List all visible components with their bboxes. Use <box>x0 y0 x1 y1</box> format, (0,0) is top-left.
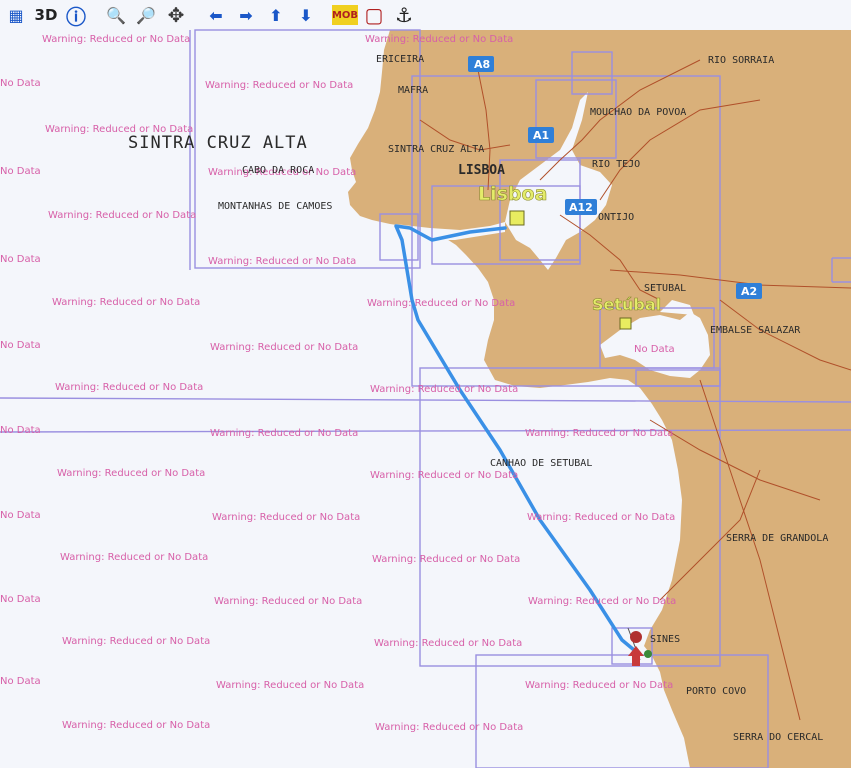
svg-text:No Data: No Data <box>0 166 41 177</box>
zoom-out-button[interactable]: 🔍 <box>102 1 130 29</box>
road-shield-a8: A8 <box>468 56 494 72</box>
svg-text:No Data: No Data <box>0 254 41 265</box>
svg-text:Warning: Reduced or No Data: Warning: Reduced or No Data <box>208 256 356 267</box>
svg-text:No Data: No Data <box>0 594 41 605</box>
svg-text:Warning: Reduced or No Data: Warning: Reduced or No Data <box>52 297 200 308</box>
road-shield-a2: A2 <box>736 283 762 299</box>
move-up-button[interactable]: ⬆ <box>262 1 290 29</box>
svg-text:Warning: Reduced or No Data: Warning: Reduced or No Data <box>210 428 358 439</box>
svg-text:RIO SORRAIA: RIO SORRAIA <box>708 55 774 66</box>
svg-text:SETUBAL: SETUBAL <box>644 283 686 294</box>
svg-text:Warning: Reduced or No Data: Warning: Reduced or No Data <box>212 512 360 523</box>
svg-text:A12: A12 <box>569 201 593 214</box>
svg-text:MAFRA: MAFRA <box>398 85 428 96</box>
toolbar: ▦ 3D ⓘ 🔍 🔎 ✥ ⬅ ➡ ⬆ ⬇ MOB ▢ ⚓ <box>0 0 418 30</box>
svg-text:SERRA DO CERCAL: SERRA DO CERCAL <box>733 732 823 743</box>
svg-text:Warning: Reduced or No Data: Warning: Reduced or No Data <box>528 596 676 607</box>
pan-button[interactable]: ✥ <box>162 1 190 29</box>
info-button[interactable]: ⓘ <box>62 1 90 29</box>
svg-text:Setúbal: Setúbal <box>592 295 661 314</box>
svg-text:Warning: Reduced or No Data: Warning: Reduced or No Data <box>62 636 210 647</box>
road-shield-a12: A12 <box>565 199 597 215</box>
svg-text:Warning: Reduced or No Data: Warning: Reduced or No Data <box>372 554 520 565</box>
move-left-button[interactable]: ⬅ <box>202 1 230 29</box>
mob-button[interactable]: MOB <box>332 5 358 25</box>
stop-button[interactable]: ▢ <box>360 1 388 29</box>
svg-text:Warning: Reduced or No Data: Warning: Reduced or No Data <box>57 468 205 479</box>
svg-text:CABO DA ROCA: CABO DA ROCA <box>242 165 314 176</box>
svg-text:No Data: No Data <box>634 344 675 355</box>
svg-text:RIO TEJO: RIO TEJO <box>592 159 640 170</box>
svg-text:CANHAO DE SETUBAL: CANHAO DE SETUBAL <box>490 458 592 469</box>
view-3d-button[interactable]: 3D <box>32 1 60 29</box>
svg-text:MONTANHAS DE CAMOES: MONTANHAS DE CAMOES <box>218 201 332 212</box>
svg-text:Warning: Reduced or No Data: Warning: Reduced or No Data <box>375 722 523 733</box>
svg-text:Warning: Reduced or No Data: Warning: Reduced or No Data <box>55 382 203 393</box>
svg-text:ERICEIRA: ERICEIRA <box>376 54 424 65</box>
svg-text:SINTRA CRUZ ALTA: SINTRA CRUZ ALTA <box>388 144 484 155</box>
zoom-in-button[interactable]: 🔎 <box>132 1 160 29</box>
svg-text:Warning: Reduced or No Data: Warning: Reduced or No Data <box>210 342 358 353</box>
svg-text:LISBOA: LISBOA <box>458 163 505 178</box>
svg-text:MOUCHAO DA POVOA: MOUCHAO DA POVOA <box>590 107 686 118</box>
svg-text:Warning: Reduced or No Data: Warning: Reduced or No Data <box>374 638 522 649</box>
svg-text:Warning: Reduced or No Data: Warning: Reduced or No Data <box>370 384 518 395</box>
svg-text:Warning: Reduced or No Data: Warning: Reduced or No Data <box>214 596 362 607</box>
svg-text:ONTIJO: ONTIJO <box>598 212 634 223</box>
svg-text:Warning: Reduced or No Data: Warning: Reduced or No Data <box>205 80 353 91</box>
svg-text:Warning: Reduced or No Data: Warning: Reduced or No Data <box>527 512 675 523</box>
move-down-button[interactable]: ⬇ <box>292 1 320 29</box>
chart-map[interactable]: Warning: Reduced or No Data Warning: Red… <box>0 0 851 768</box>
svg-text:No Data: No Data <box>0 425 41 436</box>
svg-text:SINTRA CRUZ ALTA: SINTRA CRUZ ALTA <box>128 133 308 153</box>
svg-text:EMBALSE SALAZAR: EMBALSE SALAZAR <box>710 325 801 336</box>
layers-button[interactable]: ▦ <box>2 1 30 29</box>
svg-text:Warning: Reduced or No Data: Warning: Reduced or No Data <box>216 680 364 691</box>
svg-text:Warning: Reduced or No Data: Warning: Reduced or No Data <box>42 34 190 45</box>
svg-text:No Data: No Data <box>0 676 41 687</box>
svg-text:PORTO COVO: PORTO COVO <box>686 686 746 697</box>
svg-text:A2: A2 <box>741 285 757 298</box>
svg-text:Warning: Reduced or No Data: Warning: Reduced or No Data <box>525 428 673 439</box>
svg-text:A1: A1 <box>533 129 549 142</box>
anchor-button[interactable]: ⚓ <box>390 1 418 29</box>
svg-text:SINES: SINES <box>650 634 680 645</box>
svg-text:A8: A8 <box>474 58 490 71</box>
svg-text:Lisboa: Lisboa <box>478 183 547 205</box>
svg-text:Warning: Reduced or No Data: Warning: Reduced or No Data <box>62 720 210 731</box>
svg-text:Warning: Reduced or No Data: Warning: Reduced or No Data <box>365 34 513 45</box>
svg-text:Warning: Reduced or No Data: Warning: Reduced or No Data <box>60 552 208 563</box>
svg-text:Warning: Reduced or No Data: Warning: Reduced or No Data <box>370 470 518 481</box>
move-right-button[interactable]: ➡ <box>232 1 260 29</box>
svg-text:No Data: No Data <box>0 78 41 89</box>
road-shield-a1: A1 <box>528 127 554 143</box>
svg-text:Warning: Reduced or No Data: Warning: Reduced or No Data <box>48 210 196 221</box>
svg-text:No Data: No Data <box>0 510 41 521</box>
svg-text:SERRA DE GRANDOLA: SERRA DE GRANDOLA <box>726 533 828 544</box>
svg-text:Warning: Reduced or No Data: Warning: Reduced or No Data <box>525 680 673 691</box>
svg-text:Warning: Reduced or No Data: Warning: Reduced or No Data <box>367 298 515 309</box>
svg-text:No Data: No Data <box>0 340 41 351</box>
